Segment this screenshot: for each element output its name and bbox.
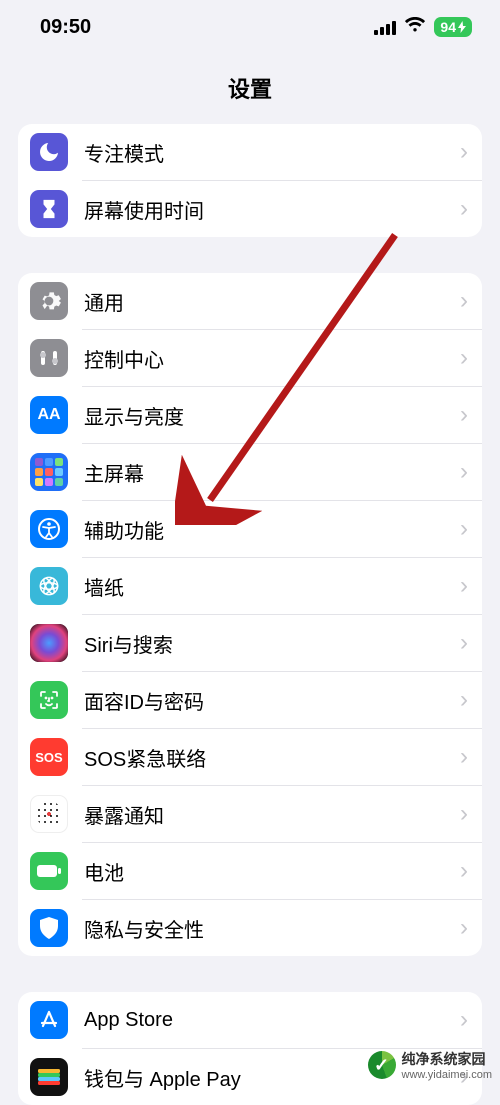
chevron-right-icon: › <box>460 1008 468 1032</box>
row-label: Siri与搜索 <box>84 629 460 658</box>
chevron-right-icon: › <box>460 197 468 221</box>
chevron-right-icon: › <box>460 745 468 769</box>
chevron-right-icon: › <box>460 916 468 940</box>
row-screen-time[interactable]: 屏幕使用时间 › <box>18 181 482 237</box>
accessibility-icon <box>30 510 68 548</box>
battery-indicator: 94 <box>434 17 472 37</box>
settings-group-focus: 专注模式 › 屏幕使用时间 › <box>18 124 482 237</box>
row-label: 专注模式 <box>84 138 460 167</box>
privacy-icon <box>30 909 68 947</box>
chevron-right-icon: › <box>460 289 468 313</box>
cellular-signal-icon <box>374 20 396 35</box>
row-privacy-security[interactable]: 隐私与安全性 › <box>18 900 482 956</box>
chevron-right-icon: › <box>460 631 468 655</box>
wallpaper-icon <box>30 567 68 605</box>
settings-group-general: 通用 › 控制中心 › AA 显示与亮度 › 主屏幕 › 辅助功能 › <box>18 273 482 956</box>
row-label: App Store <box>84 1009 460 1032</box>
row-accessibility[interactable]: 辅助功能 › <box>18 501 482 557</box>
watermark-logo-icon: ✓ <box>368 1051 396 1079</box>
row-home-screen[interactable]: 主屏幕 › <box>18 444 482 500</box>
row-label: 显示与亮度 <box>84 401 460 430</box>
row-siri-search[interactable]: Siri与搜索 › <box>18 615 482 671</box>
row-focus-mode[interactable]: 专注模式 › <box>18 124 482 180</box>
wallet-icon <box>30 1058 68 1096</box>
status-bar: 09:50 94 <box>0 0 500 54</box>
row-app-store[interactable]: App Store › <box>18 992 482 1048</box>
row-emergency-sos[interactable]: SOS SOS紧急联络 › <box>18 729 482 785</box>
focus-mode-icon <box>30 133 68 171</box>
row-label: 通用 <box>84 287 460 316</box>
wifi-icon <box>404 16 426 39</box>
row-general[interactable]: 通用 › <box>18 273 482 329</box>
home-screen-icon <box>30 453 68 491</box>
row-label: 面容ID与密码 <box>84 686 460 715</box>
row-label: 辅助功能 <box>84 515 460 544</box>
chevron-right-icon: › <box>460 688 468 712</box>
chevron-right-icon: › <box>460 346 468 370</box>
row-label: SOS紧急联络 <box>84 743 460 772</box>
row-display-brightness[interactable]: AA 显示与亮度 › <box>18 387 482 443</box>
row-label: 电池 <box>84 857 460 886</box>
chevron-right-icon: › <box>460 517 468 541</box>
chevron-right-icon: › <box>460 802 468 826</box>
display-brightness-icon: AA <box>30 396 68 434</box>
row-exposure-notification[interactable]: 暴露通知 › <box>18 786 482 842</box>
row-label: 墙纸 <box>84 572 460 601</box>
row-wallpaper[interactable]: 墙纸 › <box>18 558 482 614</box>
screen-time-icon <box>30 190 68 228</box>
row-label: 控制中心 <box>84 344 460 373</box>
siri-icon <box>30 624 68 662</box>
row-label: 隐私与安全性 <box>84 914 460 943</box>
gear-icon <box>30 282 68 320</box>
watermark-url: www.yidaimei.com <box>402 1069 492 1081</box>
app-store-icon <box>30 1001 68 1039</box>
sos-icon: SOS <box>30 738 68 776</box>
row-label: 暴露通知 <box>84 800 460 829</box>
row-label: 屏幕使用时间 <box>84 195 460 224</box>
status-indicators: 94 <box>374 16 472 39</box>
chevron-right-icon: › <box>460 460 468 484</box>
page-title: 设置 <box>0 54 500 124</box>
chevron-right-icon: › <box>460 859 468 883</box>
battery-icon <box>30 852 68 890</box>
chevron-right-icon: › <box>460 574 468 598</box>
battery-percent: 94 <box>440 19 456 35</box>
status-time: 09:50 <box>40 16 91 39</box>
row-face-id[interactable]: 面容ID与密码 › <box>18 672 482 728</box>
row-label: 主屏幕 <box>84 458 460 487</box>
watermark-brand: 纯净系统家园 <box>402 1049 492 1069</box>
row-control-center[interactable]: 控制中心 › <box>18 330 482 386</box>
control-center-icon <box>30 339 68 377</box>
face-id-icon <box>30 681 68 719</box>
chevron-right-icon: › <box>460 403 468 427</box>
exposure-icon <box>30 795 68 833</box>
row-battery[interactable]: 电池 › <box>18 843 482 899</box>
chevron-right-icon: › <box>460 140 468 164</box>
charging-icon <box>458 21 466 33</box>
watermark: ✓ 纯净系统家园 www.yidaimei.com <box>368 1049 492 1081</box>
